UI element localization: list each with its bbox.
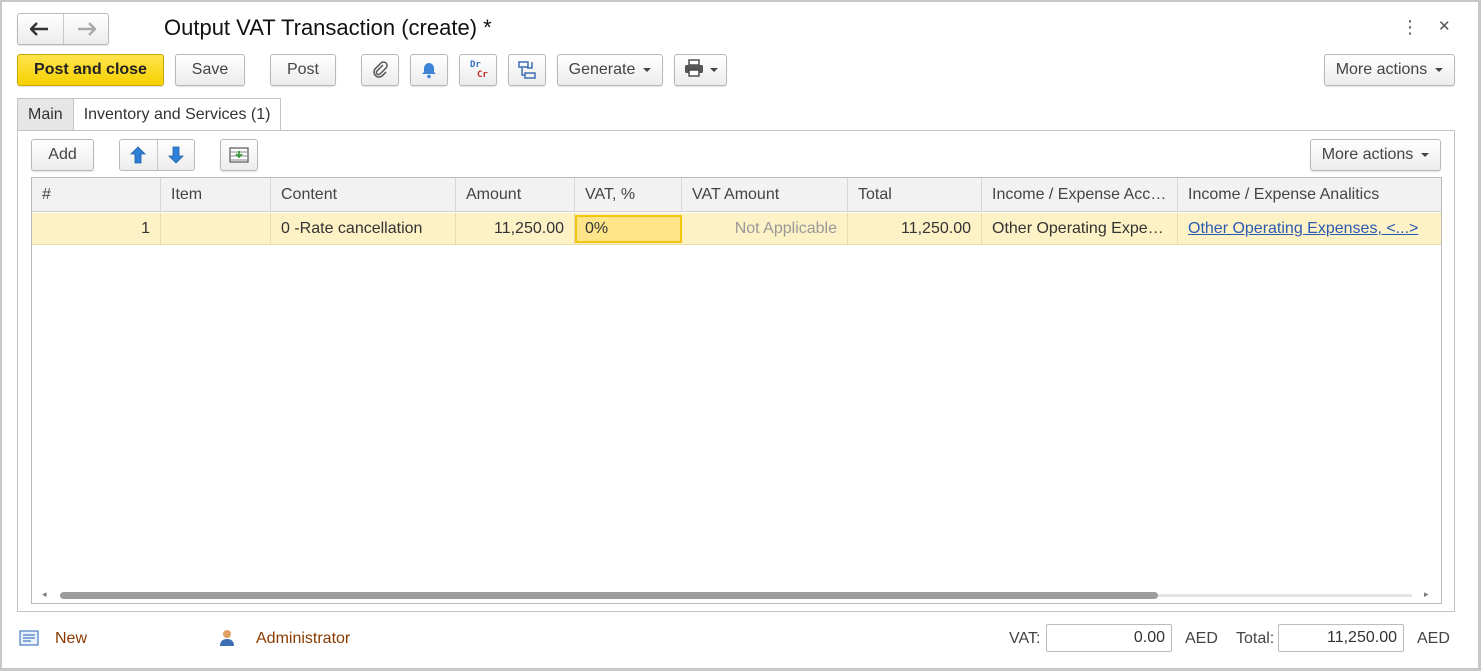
- post-button[interactable]: Post: [270, 54, 336, 86]
- scroll-right-icon[interactable]: ▸: [1424, 589, 1429, 600]
- paperclip-icon: [373, 61, 388, 78]
- reminder-button[interactable]: [410, 54, 448, 86]
- row-content[interactable]: 0 -Rate cancellation: [271, 213, 456, 244]
- bell-icon: [422, 63, 436, 79]
- column-header-content[interactable]: Content: [271, 178, 456, 212]
- table-header: # Item Content Amount VAT, % VAT Amount …: [32, 178, 1441, 212]
- move-down-button[interactable]: [156, 140, 195, 170]
- arrow-right-icon: [77, 22, 96, 36]
- total-currency: AED: [1417, 630, 1450, 647]
- back-button[interactable]: [18, 14, 63, 44]
- add-row-button[interactable]: Add: [31, 139, 94, 171]
- forward-button[interactable]: [62, 14, 109, 44]
- scroll-left-icon[interactable]: ◂: [42, 589, 47, 600]
- fill-button[interactable]: [220, 139, 258, 171]
- page-title: Output VAT Transaction (create) *: [164, 15, 492, 40]
- row-analytics[interactable]: Other Operating Expenses, <...>: [1178, 213, 1441, 244]
- close-icon[interactable]: ✕: [1438, 16, 1451, 38]
- structure-button[interactable]: [508, 54, 546, 86]
- row-account[interactable]: Other Operating Expen...: [982, 213, 1178, 244]
- save-button[interactable]: Save: [175, 54, 245, 86]
- document-status-icon: [19, 630, 39, 653]
- print-button[interactable]: [674, 54, 727, 86]
- attach-button[interactable]: [361, 54, 399, 86]
- column-header-account[interactable]: Income / Expense Acco...: [982, 178, 1178, 212]
- total-field[interactable]: 11,250.00: [1278, 624, 1404, 652]
- table-more-actions-button[interactable]: More actions: [1310, 139, 1441, 171]
- column-header-vat-amount[interactable]: VAT Amount: [682, 178, 848, 212]
- user-icon: [219, 629, 235, 654]
- inventory-table: # Item Content Amount VAT, % VAT Amount …: [31, 177, 1442, 604]
- scrollbar-thumb[interactable]: [60, 592, 1158, 599]
- analytics-link[interactable]: Other Operating Expenses, <...>: [1188, 220, 1418, 237]
- row-amount[interactable]: 11,250.00: [456, 213, 575, 244]
- printer-icon: [684, 59, 703, 77]
- vat-label: VAT:: [1009, 630, 1041, 647]
- row-item[interactable]: [161, 213, 271, 244]
- move-buttons: [119, 139, 195, 171]
- column-header-vat-rate[interactable]: VAT, %: [575, 178, 682, 212]
- arrow-up-icon: [130, 146, 147, 164]
- author-link[interactable]: Administrator: [256, 628, 350, 650]
- tab-inventory-and-services[interactable]: Inventory and Services (1): [72, 98, 282, 132]
- table-fill-icon: [229, 147, 249, 163]
- row-vat-amount[interactable]: Not Applicable: [682, 213, 848, 244]
- chevron-down-icon: [643, 67, 652, 72]
- structure-icon: [518, 61, 536, 79]
- form-tabs: Main Inventory and Services (1): [17, 98, 282, 132]
- total-label: Total:: [1236, 630, 1275, 647]
- arrow-left-icon: [30, 22, 49, 36]
- table-row[interactable]: 1 0 -Rate cancellation 11,250.00 0% Not …: [32, 213, 1441, 245]
- dr-cr-icon: Dr Cr: [470, 60, 488, 80]
- chevron-down-icon: [709, 67, 718, 72]
- tab-main[interactable]: Main: [17, 98, 74, 131]
- row-number: 1: [32, 213, 161, 244]
- column-header-total[interactable]: Total: [848, 178, 982, 212]
- status-link[interactable]: New: [55, 628, 87, 650]
- chevron-down-icon: [1421, 152, 1430, 157]
- horizontal-scrollbar[interactable]: ◂ ▸: [32, 587, 1441, 603]
- more-actions-button[interactable]: More actions: [1324, 54, 1455, 86]
- vertical-ellipsis-icon[interactable]: ⋮: [1401, 16, 1419, 38]
- row-vat-rate[interactable]: 0%: [575, 215, 682, 243]
- vat-total-field[interactable]: 0.00: [1046, 624, 1172, 652]
- move-up-button[interactable]: [120, 140, 157, 170]
- generate-button[interactable]: Generate: [557, 54, 663, 86]
- nav-buttons: [17, 13, 109, 45]
- post-and-close-button[interactable]: Post and close: [17, 54, 164, 86]
- column-header-analytics[interactable]: Income / Expense Analitics: [1178, 178, 1441, 212]
- column-header-amount[interactable]: Amount: [456, 178, 575, 212]
- row-total[interactable]: 11,250.00: [848, 213, 982, 244]
- vat-currency: AED: [1185, 630, 1218, 647]
- arrow-down-icon: [167, 146, 184, 164]
- column-header-number[interactable]: #: [32, 178, 161, 212]
- dr-cr-button[interactable]: Dr Cr: [459, 54, 497, 86]
- column-header-item[interactable]: Item: [161, 178, 271, 212]
- chevron-down-icon: [1435, 67, 1444, 72]
